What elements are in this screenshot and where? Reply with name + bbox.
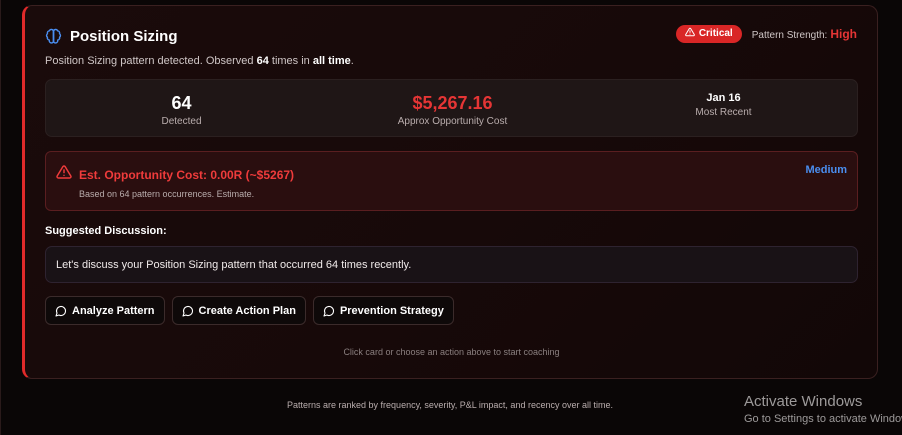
pattern-card[interactable]: Position Sizing Critical Pattern Strengt…	[22, 5, 878, 379]
discussion-prompt: Let's discuss your Position Sizing patte…	[45, 246, 858, 283]
pattern-strength-value: High	[830, 27, 857, 41]
alert-level: Medium	[805, 164, 847, 176]
stat-value: $5,267.16	[412, 93, 493, 113]
watermark-title: Activate Windows	[744, 393, 863, 410]
stat-label: Approx Opportunity Cost	[397, 116, 508, 127]
brain-icon	[45, 28, 62, 45]
stat-opportunity-cost: $5,267.16 Approx Opportunity Cost	[317, 80, 588, 127]
stat-label: Detected	[161, 116, 202, 127]
coaching-hint: Click card or choose an action above to …	[343, 347, 560, 357]
stat-value: 64	[171, 93, 192, 113]
action-buttons: Analyze Pattern Create Action Plan Preve…	[45, 296, 454, 325]
subtitle-range: all time	[312, 55, 351, 67]
stat-detected: 64 Detected	[46, 80, 317, 127]
button-label: Create Action Plan	[198, 304, 296, 317]
subtitle-middle: times in	[268, 55, 313, 67]
stat-most-recent: Jan 16 Most Recent	[588, 80, 859, 118]
watermark-subtitle: Go to Settings to activate Windows.	[744, 413, 902, 425]
chat-bubble-icon	[323, 305, 335, 317]
card-title: Position Sizing	[70, 28, 178, 45]
stat-value: Jan 16	[706, 92, 741, 104]
activate-windows-watermark: Activate Windows Go to Settings to activ…	[744, 393, 902, 425]
card-header: Position Sizing	[45, 28, 178, 45]
analyze-pattern-button[interactable]: Analyze Pattern	[45, 296, 165, 325]
discussion-label: Suggested Discussion:	[45, 225, 167, 237]
badge-group: Critical Pattern Strength: High	[675, 25, 857, 43]
subtitle-suffix: .	[350, 55, 354, 67]
warning-triangle-icon	[56, 164, 72, 185]
stat-label: Most Recent	[695, 107, 752, 118]
subtitle-count: 64	[256, 55, 269, 67]
button-label: Prevention Strategy	[339, 304, 444, 317]
critical-badge-label: Critical	[698, 28, 733, 39]
pattern-strength-label: Pattern Strength:	[751, 30, 828, 41]
subtitle-prefix: Position Sizing pattern detected. Observ…	[45, 55, 257, 67]
alert-subtitle: Based on 64 pattern occurrences. Estimat…	[79, 189, 255, 199]
chat-bubble-icon	[55, 305, 67, 317]
create-action-plan-button[interactable]: Create Action Plan	[171, 296, 306, 325]
stats-panel: 64 Detected $5,267.16 Approx Opportunity…	[45, 79, 858, 137]
warning-triangle-icon	[684, 27, 695, 40]
opportunity-cost-alert: Est. Opportunity Cost: 0.00R (~$5267) Ba…	[45, 151, 858, 211]
chat-bubble-icon	[181, 305, 194, 317]
button-label: Analyze Pattern	[72, 304, 155, 317]
prevention-strategy-button[interactable]: Prevention Strategy	[312, 296, 454, 325]
alert-title: Est. Opportunity Cost: 0.00R (~$5267)	[79, 167, 295, 182]
card-subtitle: Position Sizing pattern detected. Observ…	[45, 55, 354, 67]
critical-badge: Critical	[675, 25, 742, 43]
